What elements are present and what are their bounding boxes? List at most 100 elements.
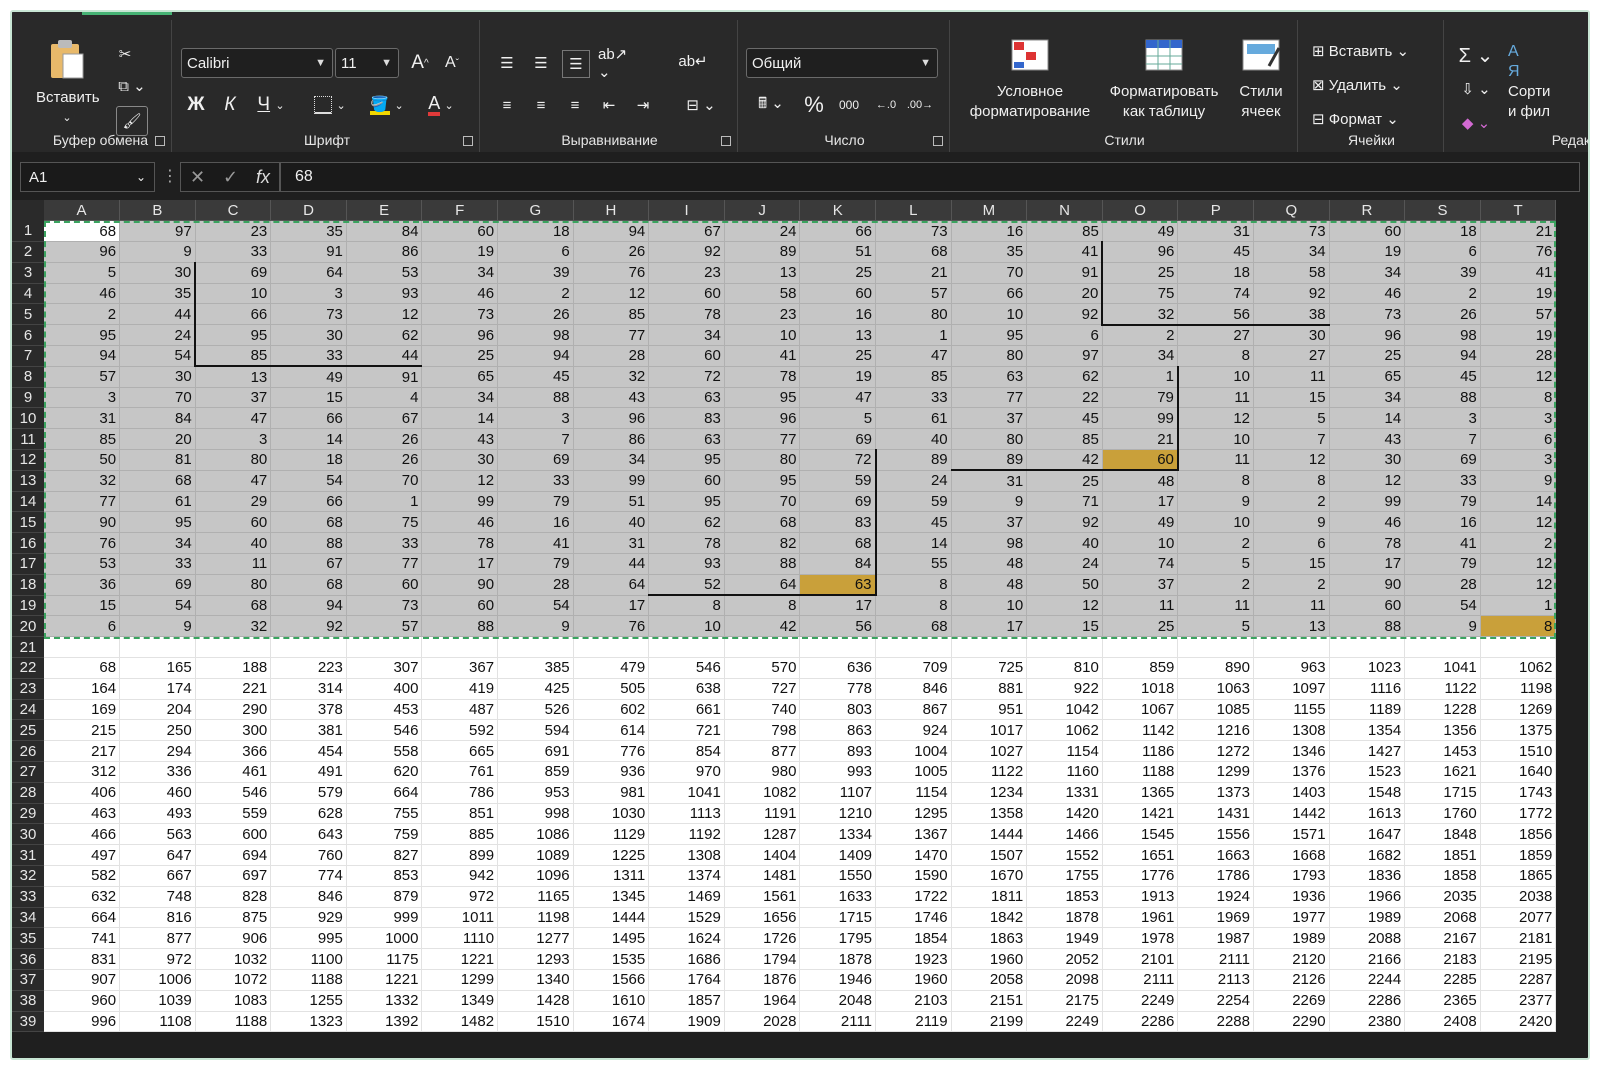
row-header[interactable]: 32	[12, 865, 44, 887]
cell[interactable]: 980	[724, 761, 801, 783]
cell[interactable]: 94	[497, 345, 574, 367]
cell[interactable]: 400	[346, 678, 423, 700]
cell[interactable]: 77	[724, 428, 801, 451]
cell[interactable]: 66	[270, 491, 347, 513]
cell[interactable]: 69	[799, 428, 877, 451]
cell[interactable]: 25	[799, 262, 877, 284]
cell[interactable]: 11	[1177, 387, 1254, 409]
cell[interactable]: 33	[875, 387, 952, 409]
cell[interactable]: 96	[573, 407, 650, 430]
cell[interactable]: 1295	[875, 803, 952, 825]
cell[interactable]: 9	[119, 241, 196, 263]
cell[interactable]: 755	[346, 803, 423, 825]
cell[interactable]: 924	[875, 719, 952, 742]
cell[interactable]: 594	[497, 719, 574, 742]
cell[interactable]: 1786	[1177, 865, 1254, 887]
cell[interactable]: 614	[573, 719, 650, 742]
cell[interactable]	[724, 636, 801, 659]
cell[interactable]: 46	[421, 283, 499, 305]
cell[interactable]: 1795	[799, 927, 877, 950]
cell[interactable]: 2380	[1329, 1011, 1406, 1033]
cell[interactable]: 69	[194, 262, 272, 284]
cell[interactable]: 77	[573, 324, 650, 347]
cell[interactable]: 44	[119, 303, 196, 326]
cell[interactable]	[1480, 636, 1557, 659]
cell[interactable]: 68	[270, 511, 347, 534]
cell[interactable]: 859	[497, 761, 574, 783]
cell[interactable]: 1964	[724, 990, 801, 1012]
cell[interactable]: 99	[573, 470, 650, 492]
cell[interactable]: 9	[1177, 491, 1254, 513]
cell[interactable]: 709	[875, 657, 952, 679]
cell[interactable]: 96	[44, 241, 121, 263]
cell[interactable]: 89	[951, 449, 1028, 472]
cell[interactable]: 1308	[648, 844, 725, 866]
cell[interactable]: 1571	[1253, 823, 1330, 846]
cell[interactable]: 1848	[1404, 823, 1481, 846]
cell[interactable]: 995	[270, 927, 347, 950]
cell[interactable]: 31	[1177, 220, 1254, 243]
cell[interactable]: 381	[270, 719, 347, 742]
cell[interactable]: 29	[195, 491, 272, 513]
spreadsheet-grid[interactable]: ABCDEFGHIJKLMNOPQRST 1 68 97 23 35 84 60 18 94 67…	[12, 200, 1557, 1033]
column-header[interactable]: P	[1177, 200, 1254, 222]
cell[interactable]: 60	[1102, 449, 1179, 472]
cell[interactable]: 84	[799, 553, 877, 575]
cell[interactable]: 877	[119, 927, 196, 950]
cell[interactable]: 60	[346, 574, 423, 596]
cell[interactable]: 91	[270, 241, 347, 263]
cell[interactable]: 91	[1026, 262, 1103, 284]
row-header[interactable]: 11	[12, 428, 44, 451]
cell[interactable]: 1977	[1253, 907, 1330, 929]
cell[interactable]: 803	[799, 699, 877, 721]
cell[interactable]: 1030	[573, 803, 650, 825]
cell[interactable]: 1776	[1102, 865, 1179, 887]
cell[interactable]: 60	[1329, 595, 1406, 617]
cell[interactable]: 98	[951, 532, 1028, 555]
cell[interactable]: 25	[1026, 470, 1103, 492]
cell[interactable]: 1331	[1026, 782, 1103, 804]
cell[interactable]: 21	[875, 262, 952, 284]
row-header[interactable]: 7	[12, 345, 44, 367]
cell[interactable]: 76	[44, 532, 121, 555]
cell[interactable]: 1481	[724, 865, 801, 887]
cell[interactable]: 98	[497, 324, 574, 347]
cell[interactable]	[119, 636, 196, 659]
cell[interactable]: 638	[648, 678, 725, 700]
row-header[interactable]: 22	[12, 657, 44, 679]
cell[interactable]: 1027	[951, 740, 1028, 763]
cell[interactable]: 30	[119, 366, 196, 388]
cell[interactable]: 18	[497, 220, 574, 243]
cell[interactable]: 90	[421, 574, 499, 596]
cell[interactable]: 68	[799, 532, 877, 555]
cell[interactable]: 34	[648, 324, 725, 347]
cell[interactable]: 32	[1101, 303, 1179, 326]
cell[interactable]: 7	[497, 428, 574, 451]
cell[interactable]: 11	[1253, 595, 1330, 617]
autosum-icon[interactable]: Σ ⌄	[1454, 42, 1498, 68]
cell[interactable]: 2167	[1404, 927, 1481, 950]
cell[interactable]: 1041	[648, 782, 725, 804]
cell[interactable]: 19	[799, 366, 877, 388]
cell[interactable]: 776	[573, 740, 650, 763]
cell[interactable]: 846	[270, 886, 347, 908]
cell[interactable]: 12	[1253, 449, 1330, 471]
cell[interactable]: 43	[573, 387, 650, 409]
cell[interactable]: 6	[1404, 241, 1481, 263]
cell[interactable]: 17	[573, 595, 650, 617]
cell[interactable]: 1189	[1329, 699, 1406, 721]
cell[interactable]: 906	[195, 927, 272, 950]
cell[interactable]: 33	[346, 532, 423, 555]
cell[interactable]: 92	[1026, 511, 1103, 534]
cell[interactable]	[1253, 636, 1330, 659]
cell[interactable]: 1192	[648, 823, 725, 846]
align-left-icon[interactable]: ≡	[494, 92, 520, 118]
cell[interactable]: 20	[1026, 283, 1103, 305]
cell[interactable]: 39	[1404, 262, 1481, 284]
cell[interactable]: 221	[195, 678, 272, 700]
cell[interactable]: 50	[44, 449, 121, 471]
cell[interactable]: 83	[799, 511, 877, 534]
cell[interactable]: 44	[346, 345, 423, 368]
cell[interactable]: 26	[497, 303, 574, 326]
cell[interactable]: 1311	[573, 865, 650, 887]
